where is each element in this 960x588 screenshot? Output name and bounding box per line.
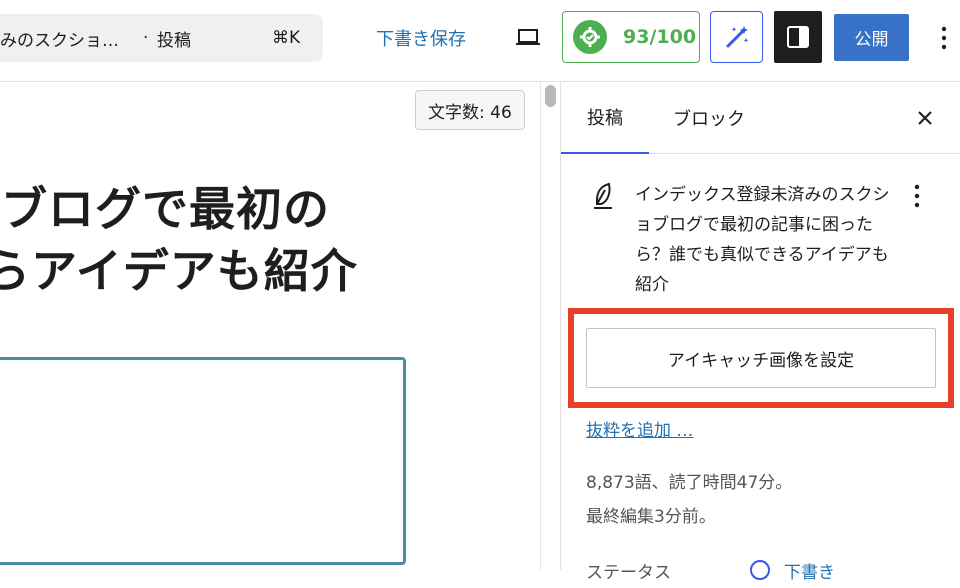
- post-title[interactable]: ブログで最初の らアイデアも紹介: [0, 178, 404, 302]
- editor-scrollbar-track: [540, 82, 561, 570]
- status-row: ステータス 下書き: [586, 558, 956, 588]
- document-title: みのスクショ…: [0, 30, 119, 51]
- laptop-icon: [516, 29, 540, 45]
- document-type: 投稿: [157, 30, 191, 51]
- settings-toggle-button[interactable]: [774, 11, 822, 63]
- vertical-ellipsis-icon: [941, 26, 947, 50]
- feather-icon: [594, 182, 612, 209]
- command-shortcut: ⌘K: [272, 28, 301, 48]
- gear-icon: [573, 20, 607, 54]
- tab-block[interactable]: ブロック: [673, 82, 745, 154]
- magic-wand-icon: [726, 26, 748, 48]
- post-stats: 8,873語、読了時間47分。 最終編集3分前。: [586, 466, 792, 534]
- more-options-button[interactable]: [930, 20, 958, 56]
- status-value[interactable]: 下書き: [784, 558, 835, 583]
- post-title-line-1: ブログで最初の: [0, 182, 331, 236]
- status-label: ステータス: [586, 563, 671, 583]
- add-excerpt-link[interactable]: 抜粋を追加 …: [586, 416, 693, 441]
- settings-sidebar: 投稿 ブロック インデックス登録未済みのスクショブログで最初の記事に困ったら？誰…: [560, 82, 960, 583]
- tab-post[interactable]: 投稿: [561, 82, 649, 154]
- vertical-ellipsis-icon: [914, 184, 920, 208]
- document-bar[interactable]: みのスクショ… · 投稿 ⌘K: [0, 14, 323, 62]
- save-draft-button[interactable]: 下書き保存: [376, 25, 466, 51]
- last-edited: 最終編集3分前。: [586, 507, 716, 527]
- editor-scrollbar-thumb[interactable]: [545, 85, 556, 107]
- sidebar-toggle-icon: [787, 26, 809, 48]
- word-count-reading-time: 8,873語、読了時間47分。: [586, 473, 793, 493]
- seo-score: 93/100: [623, 26, 697, 48]
- selected-image-block[interactable]: [0, 357, 406, 565]
- sidebar-tabs: 投稿 ブロック: [561, 82, 960, 154]
- post-actions-button[interactable]: [907, 182, 927, 210]
- status-radio-icon[interactable]: [750, 560, 770, 580]
- preview-button[interactable]: [508, 22, 548, 54]
- document-separator: ·: [143, 28, 149, 48]
- post-title-line-2: らアイデアも紹介: [0, 244, 358, 298]
- ai-assist-button[interactable]: [710, 11, 763, 63]
- publish-button[interactable]: 公開: [834, 14, 909, 61]
- close-icon: [918, 111, 932, 125]
- editor-canvas[interactable]: 文字数: 46 ブログで最初の らアイデアも紹介: [0, 82, 540, 570]
- seo-score-button[interactable]: 93/100: [562, 11, 700, 63]
- word-count-badge: 文字数: 46: [415, 90, 525, 130]
- close-sidebar-button[interactable]: [911, 104, 939, 132]
- set-featured-image-button[interactable]: アイキャッチ画像を設定: [586, 328, 936, 388]
- top-toolbar: みのスクショ… · 投稿 ⌘K 下書き保存 93/100 公開: [0, 0, 960, 82]
- post-summary-title: インデックス登録未済みのスクショブログで最初の記事に困ったら？誰でも真似できるア…: [635, 185, 890, 295]
